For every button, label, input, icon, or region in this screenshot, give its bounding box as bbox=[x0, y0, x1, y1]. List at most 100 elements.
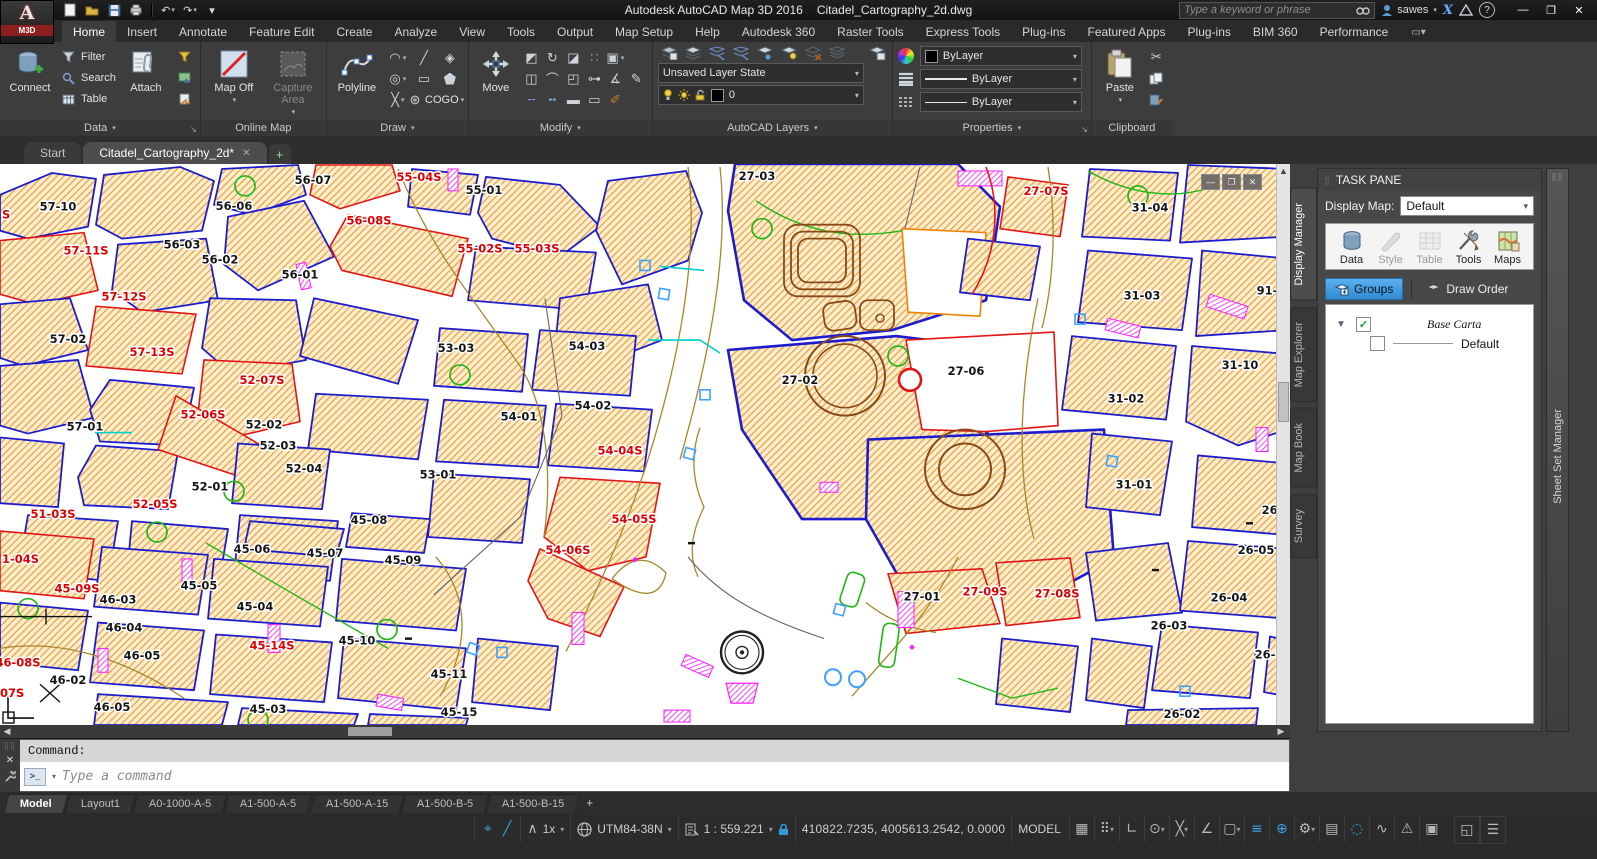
sign-in-button[interactable]: sawes ▾ bbox=[1381, 4, 1437, 16]
start-tab[interactable]: Start bbox=[24, 142, 81, 164]
trim-tool-icon[interactable]: ◪ bbox=[567, 50, 579, 66]
isometric-drafting-icon[interactable]: ╳▾ bbox=[1169, 816, 1194, 842]
group-checkbox-checked[interactable]: ✓ bbox=[1356, 317, 1371, 332]
insert-image-button[interactable] bbox=[174, 68, 195, 88]
layout-tab-model[interactable]: Model bbox=[4, 794, 69, 813]
ribbon-tab-map-setup-9[interactable]: Map Setup bbox=[604, 21, 684, 42]
workspace-gear-icon[interactable]: ⚙▾ bbox=[1294, 816, 1319, 842]
clean-screen-icon[interactable]: ◱ bbox=[1454, 816, 1480, 844]
match-properties-button[interactable] bbox=[1146, 89, 1167, 109]
new-layout-button[interactable]: + bbox=[580, 792, 600, 813]
tree-item-row[interactable]: Default bbox=[1370, 336, 1523, 351]
edit-poly-tool-icon[interactable]: ▭ bbox=[588, 92, 600, 108]
graphics-performance-icon[interactable]: ∿ bbox=[1369, 816, 1394, 842]
ribbon-tab-performance-18[interactable]: Performance bbox=[1309, 21, 1400, 42]
task-pane-tool-maps[interactable]: Maps bbox=[1490, 229, 1525, 266]
ribbon-tab-raster-tools-12[interactable]: Raster Tools bbox=[826, 21, 914, 42]
horizontal-scroll-thumb[interactable] bbox=[348, 727, 392, 736]
insert-drawing-button[interactable] bbox=[174, 89, 195, 109]
ribbon-tab-feature-edit-3[interactable]: Feature Edit bbox=[238, 21, 325, 42]
lineweight-dropdown[interactable]: ByLayer▾ bbox=[920, 69, 1082, 89]
copy-tool-icon[interactable]: ◩ bbox=[525, 50, 537, 66]
ribbon-tab-create-4[interactable]: Create bbox=[325, 21, 383, 42]
display-map-dropdown[interactable]: Default▾ bbox=[1400, 196, 1534, 216]
edit-hatch-tool-icon[interactable]: ▬ bbox=[567, 92, 580, 107]
selection-cycling-icon[interactable]: ≡ bbox=[1244, 816, 1269, 842]
cogo-button[interactable]: ⊛ COGO▾ bbox=[410, 92, 465, 108]
command-grip[interactable]: ⣿⣿ bbox=[4, 742, 16, 750]
layout-tab-a1-500-a-5[interactable]: A1-500-A-5 bbox=[224, 794, 313, 813]
layer-unisolate-icon[interactable] bbox=[732, 46, 750, 60]
close-button[interactable]: ✕ bbox=[1565, 1, 1593, 19]
layout-tab-a1-500-a-15[interactable]: A1-500-A-15 bbox=[309, 794, 404, 813]
save-icon[interactable] bbox=[104, 2, 124, 18]
layer-isolate-icon[interactable] bbox=[708, 46, 726, 60]
drawing-tab-active[interactable]: Citadel_Cartography_2d* ✕ bbox=[83, 142, 266, 164]
line-tool-icon[interactable]: ╱ bbox=[420, 50, 428, 66]
measure-tool-icon[interactable]: ∡ bbox=[610, 71, 622, 87]
search-button[interactable]: Search bbox=[58, 68, 118, 88]
ribbon-tab-bim-360-17[interactable]: BIM 360 bbox=[1242, 21, 1309, 42]
stretch-tool-icon[interactable]: ▣▾ bbox=[606, 50, 624, 66]
horizontal-scrollbar[interactable]: ◀ ▶ bbox=[0, 725, 1290, 738]
layer-off-icon[interactable] bbox=[780, 46, 798, 60]
move-button[interactable]: Move bbox=[474, 45, 518, 94]
layout-tab-a1-500-b-15[interactable]: A1-500-B-15 bbox=[486, 794, 581, 813]
vertical-scroll-thumb[interactable] bbox=[1278, 382, 1289, 422]
plot-icon[interactable] bbox=[126, 2, 146, 18]
drawing-canvas[interactable]: 56-0755-04S55-0127-0327-07S31-0457-1056-… bbox=[0, 164, 1290, 725]
draw-panel-label[interactable]: Draw▾ bbox=[327, 120, 468, 136]
rotate-tool-icon[interactable]: ↻ bbox=[547, 50, 558, 66]
ribbon-tab-annotate-2[interactable]: Annotate bbox=[168, 21, 238, 42]
annotation-warning-icon[interactable]: ⚠ bbox=[1394, 816, 1419, 842]
properties-panel-label[interactable]: Properties▾ ↘ bbox=[893, 120, 1091, 136]
layer-states-icon[interactable] bbox=[684, 46, 702, 60]
revcloud-tool-icon[interactable]: ✎ bbox=[631, 71, 642, 87]
layer-on-bulb-icon[interactable] bbox=[663, 89, 673, 101]
sheet-set-manager-bar[interactable]: ⣿⣿ Sheet Set Manager bbox=[1546, 168, 1569, 732]
ribbon-tab-plug-ins-16[interactable]: Plug-ins bbox=[1177, 21, 1242, 42]
ribbon-tab-insert-1[interactable]: Insert bbox=[116, 21, 168, 42]
restore-button[interactable]: ❐ bbox=[1537, 1, 1565, 19]
ribbon-tab-view-6[interactable]: View bbox=[448, 21, 496, 42]
autocad-layers-panel-label[interactable]: AutoCAD Layers▾ bbox=[653, 120, 892, 136]
ribbon-tab-tools-7[interactable]: Tools bbox=[496, 21, 546, 42]
layer-thaw-sun-icon[interactable] bbox=[678, 89, 690, 101]
scroll-left-icon[interactable]: ◀ bbox=[0, 726, 14, 737]
command-recent-chevron-icon[interactable]: ▾ bbox=[52, 772, 56, 781]
side-tab-display-manager[interactable]: Display Manager bbox=[1290, 188, 1317, 301]
linetype-dropdown[interactable]: ByLayer▾ bbox=[920, 92, 1082, 112]
join-tool-icon[interactable]: ⊶ bbox=[588, 71, 601, 87]
viewport-close-icon[interactable]: ✕ bbox=[1243, 174, 1262, 190]
groups-button[interactable]: Groups bbox=[1325, 278, 1403, 300]
annotation-scale-button[interactable]: ∧ 1x▾ bbox=[520, 816, 570, 842]
modify-panel-label[interactable]: Modify▾ bbox=[469, 120, 652, 136]
filter-button[interactable]: Filter bbox=[58, 47, 118, 67]
layer-delete-icon[interactable] bbox=[804, 46, 822, 60]
ribbon-tab-plug-ins-14[interactable]: Plug-ins bbox=[1011, 21, 1076, 42]
scroll-up-icon[interactable]: ▲ bbox=[1277, 164, 1290, 178]
properties-panel-launcher-icon[interactable]: ↘ bbox=[1081, 125, 1088, 134]
rectangle-tool-icon[interactable]: ▭ bbox=[418, 71, 430, 87]
annotation-monitor-icon[interactable]: ⊕ bbox=[1269, 816, 1294, 842]
draw-order-button[interactable]: Draw Order bbox=[1420, 279, 1514, 299]
dynamic-input-icon[interactable]: ╱ bbox=[503, 822, 511, 836]
layer-properties-icon[interactable] bbox=[660, 46, 678, 60]
annotation-scale-icon[interactable]: ▣ bbox=[1419, 816, 1444, 842]
paste-button[interactable]: Paste▾ bbox=[1097, 45, 1143, 107]
a360-icon[interactable] bbox=[1459, 4, 1473, 16]
scale-tool-icon[interactable]: ◰ bbox=[567, 71, 579, 87]
map-drawing[interactable]: 56-0755-04S55-0127-0327-07S31-0457-1056-… bbox=[0, 164, 1290, 725]
define-query-button[interactable] bbox=[174, 47, 195, 67]
color-wheel-icon[interactable] bbox=[898, 48, 914, 64]
object-color-dropdown[interactable]: ByLayer▾ bbox=[920, 46, 1082, 66]
map-off-button[interactable]: Map Off▾ bbox=[206, 45, 262, 107]
quick-properties-icon[interactable]: ▤ bbox=[1319, 816, 1344, 842]
new-drawing-tab-button[interactable]: + bbox=[269, 144, 291, 164]
coordinate-tracker-icon[interactable]: ⌖ bbox=[484, 822, 492, 836]
map-scale-button[interactable]: 1 : 559.221▾ bbox=[678, 816, 795, 842]
ribbon-tab-analyze-5[interactable]: Analyze bbox=[383, 21, 448, 42]
undo-icon[interactable]: ↶▾ bbox=[158, 2, 178, 18]
ribbon-tab-express-tools-13[interactable]: Express Tools bbox=[915, 21, 1011, 42]
minimize-button[interactable]: — bbox=[1509, 1, 1537, 19]
